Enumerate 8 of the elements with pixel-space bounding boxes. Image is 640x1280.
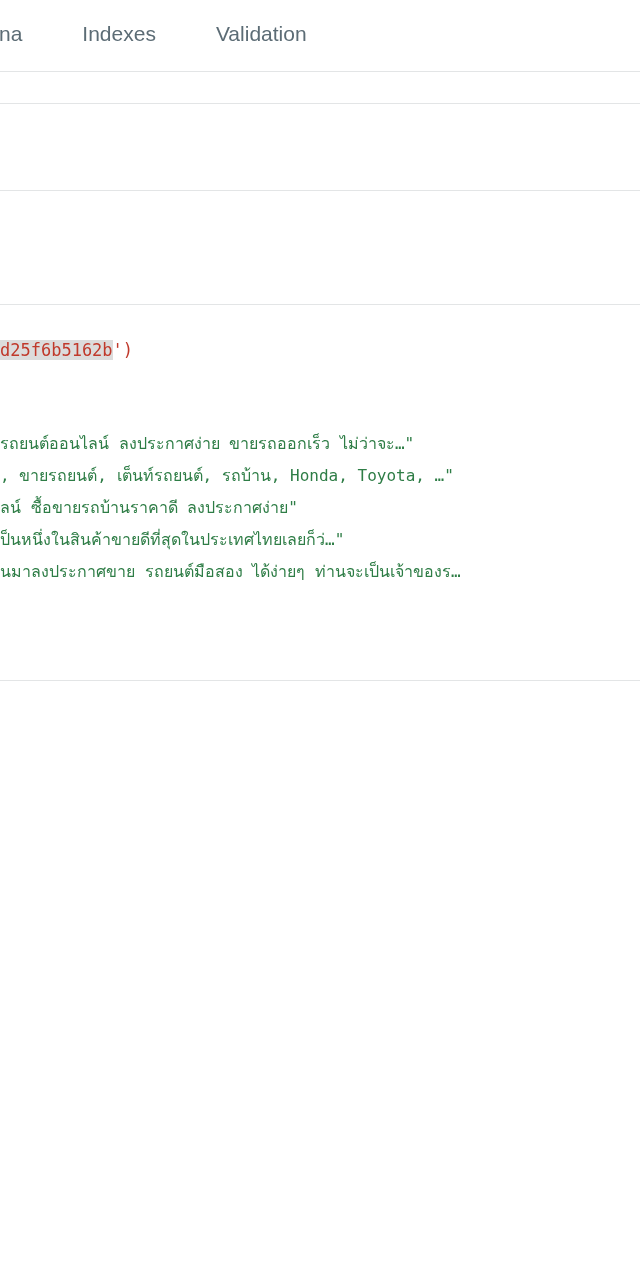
string-value: นมาลงประกาศขาย รถยนต์มือสอง ได้ง่ายๆ ท่านจะเป็นเจ้าของร… [0,560,461,583]
tab[interactable]: na [0,0,23,72]
string-value: รถยนต์ออนไลน์ ลงประกาศง่าย ขายรถออกเร็ว ไม่ว่าจะ…" [0,432,415,455]
string-value: ป็นหนึ่งในสินค้าขายดีที่สุดในประเทศไทยเลยก็ว่…" [0,528,345,552]
string-value: ลน์ ซื้อขายรถบ้านราคาดี ลงประกาศง่าย" [0,495,298,519]
tab[interactable]: Indexes [82,0,156,72]
tab[interactable]: Validation [215,0,307,72]
string-value: , ขายรถยนต์, เต็นท์รถยนต์, รถบ้าน, Honda, Toyota, …" [0,464,454,487]
